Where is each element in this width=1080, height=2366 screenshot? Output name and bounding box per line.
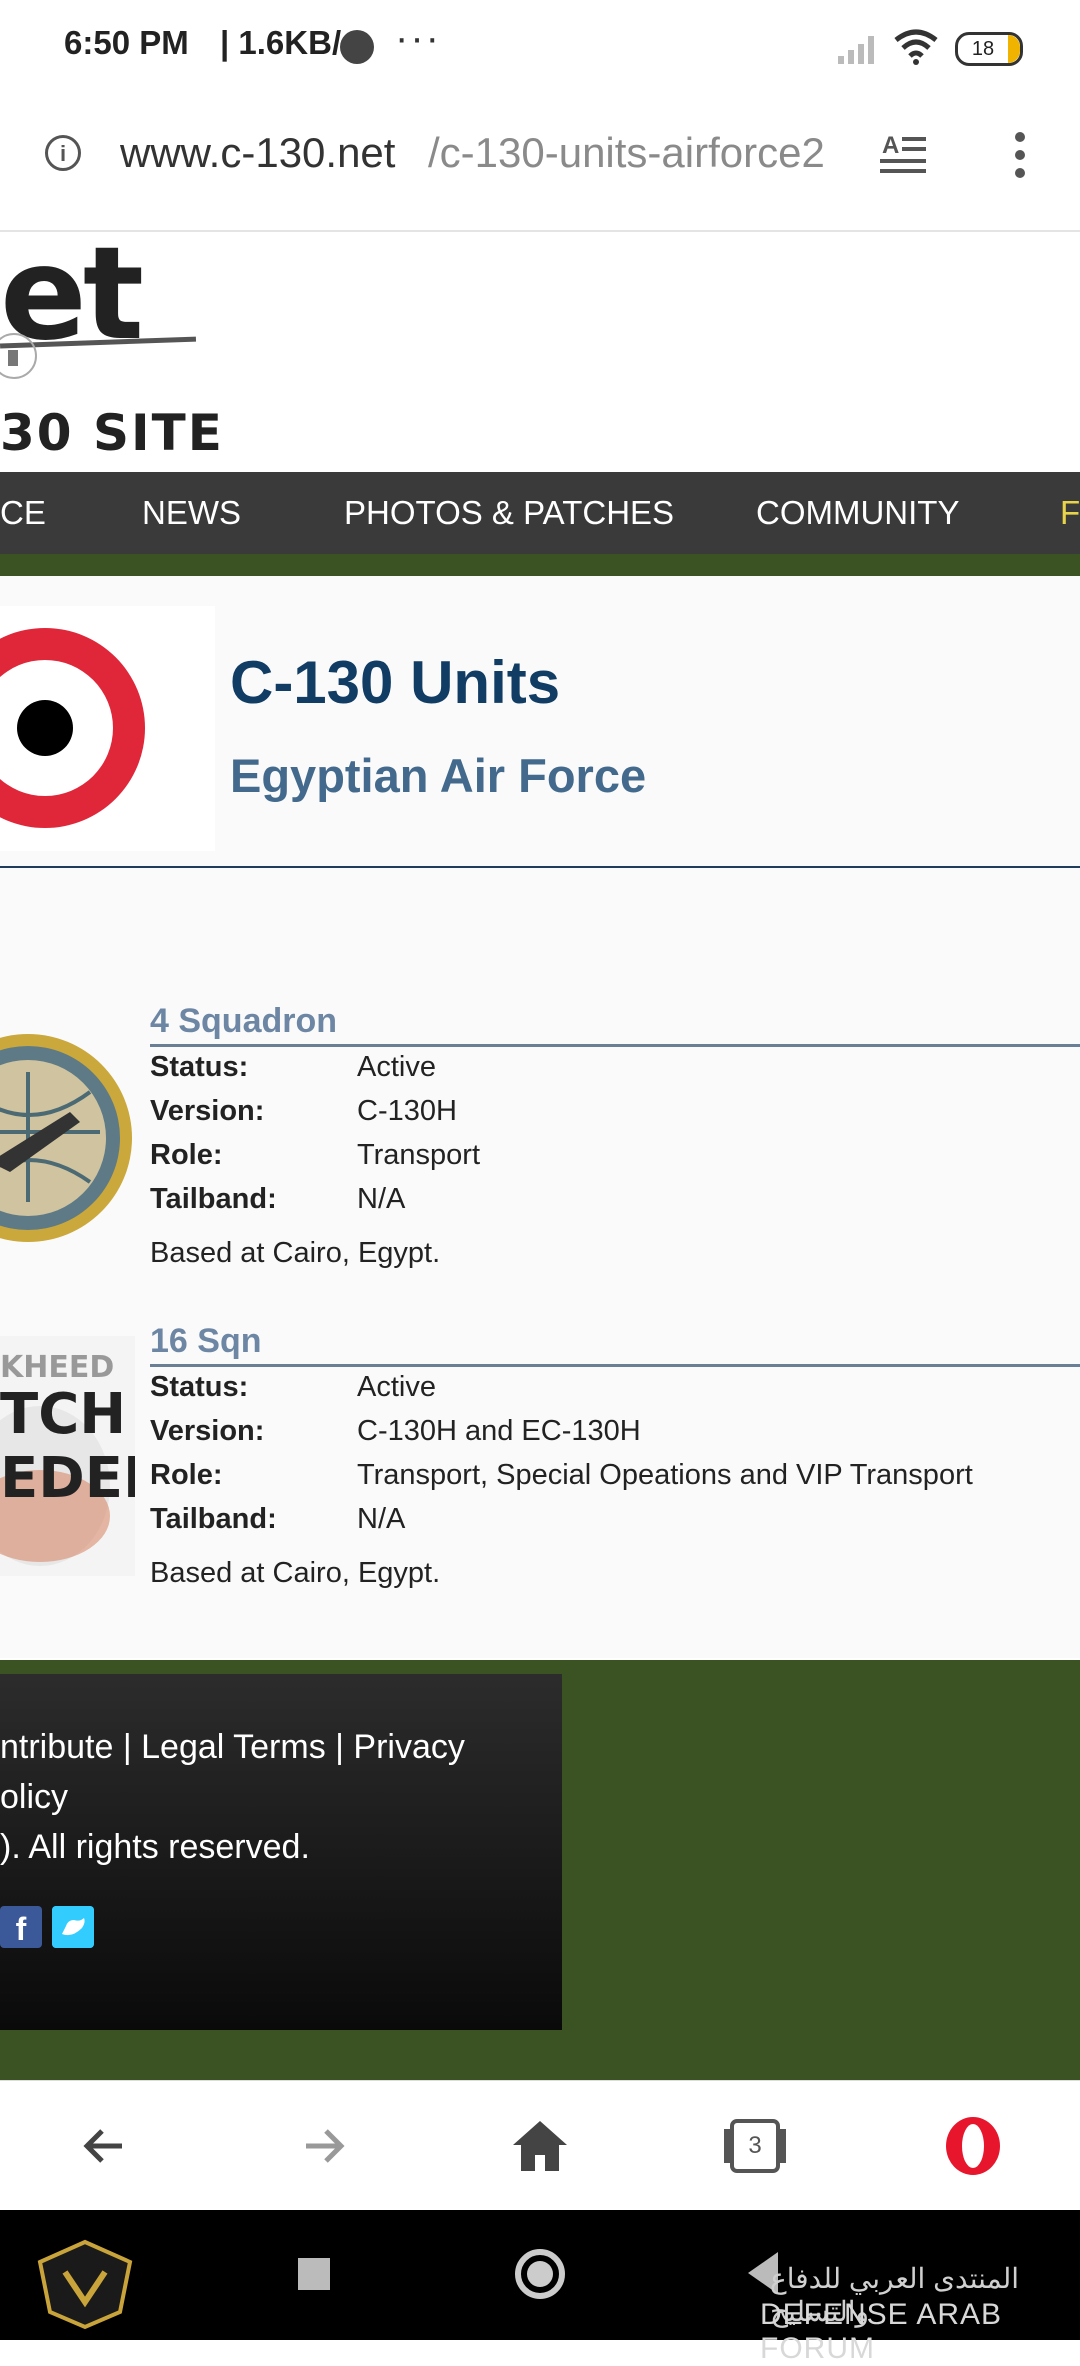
patch-needed-image: KHEED TCH EDED (0, 1336, 135, 1576)
facebook-icon[interactable]: f (0, 1906, 42, 1948)
reader-mode-icon[interactable]: A (880, 131, 928, 181)
nav-divider (0, 554, 1080, 576)
unit-divider (150, 1044, 1080, 1047)
version-label: Version: (150, 1095, 265, 1127)
site-logo-plane (0, 333, 197, 379)
address-bar[interactable]: i www.c-130.net /c-130-units-airforce2 A (0, 95, 1080, 232)
based-at-text: Based at Cairo, Egypt. (150, 1237, 441, 1269)
opera-icon[interactable] (938, 2111, 1008, 2181)
squadron-patch-image (0, 1012, 135, 1264)
signal-icon (838, 36, 874, 64)
tailband-label: Tailband: (150, 1503, 277, 1535)
overflow-menu-icon[interactable] (1010, 131, 1030, 181)
twitter-icon[interactable] (52, 1906, 94, 1948)
browser-toolbar: 3 (0, 2080, 1080, 2211)
watermark-text: DEFENSE ARAB FORUM (760, 2298, 1003, 2365)
role-label: Role: (150, 1459, 223, 1491)
svg-text:A: A (882, 132, 899, 159)
status-value: Active (357, 1051, 436, 1083)
unit-name[interactable]: 4 Squadron (150, 1002, 337, 1041)
version-value: C-130H and EC-130H (357, 1415, 641, 1447)
nav-item-photos-patches[interactable]: PHOTOS & PATCHES (344, 472, 674, 554)
unit-name[interactable]: 16 Sqn (150, 1322, 261, 1361)
role-value: Transport (357, 1139, 481, 1171)
site-logo-tagline: 30 SITE (0, 404, 224, 462)
version-label: Version: (150, 1415, 265, 1447)
patch-text: TCH (0, 1382, 127, 1447)
nav-item-community[interactable]: COMMUNITY (756, 472, 959, 554)
site-nav: CE NEWS PHOTOS & PATCHES COMMUNITY F (0, 472, 1080, 554)
url-host[interactable]: www.c-130.net (120, 129, 395, 177)
home-button[interactable] (512, 2246, 568, 2302)
more-notifications-icon: ··· (395, 16, 441, 60)
battery-icon: 18 (955, 32, 1023, 66)
messenger-icon (340, 30, 374, 64)
roundel-image (0, 606, 215, 851)
footer-links[interactable]: ntribute | Legal Terms | Privacy (0, 1728, 465, 1767)
info-icon[interactable]: i (45, 135, 81, 171)
tabs-icon[interactable]: 3 (720, 2111, 790, 2181)
status-value: Active (357, 1371, 436, 1403)
status-label: Status: (150, 1371, 249, 1403)
copyright-text: ). All rights reserved. (0, 1828, 310, 1866)
page-subtitle: Egyptian Air Force (230, 749, 647, 802)
tailband-value: N/A (357, 1183, 406, 1215)
forward-icon[interactable] (288, 2111, 358, 2181)
status-label: Status: (150, 1051, 249, 1083)
back-icon[interactable] (72, 2111, 142, 2181)
nav-item-ce[interactable]: CE (0, 472, 46, 554)
role-label: Role: (150, 1139, 223, 1171)
home-icon[interactable] (505, 2111, 575, 2181)
url-path[interactable]: /c-130-units-airforce2 (428, 129, 825, 177)
forum-logo-icon (37, 2239, 133, 2330)
based-at-text: Based at Cairo, Egypt. (150, 1557, 441, 1589)
role-value: Transport, Special Opeations and VIP Tra… (357, 1459, 973, 1491)
version-value: C-130H (357, 1095, 457, 1127)
tabs-count: 3 (748, 2132, 762, 2159)
status-time: 6:50 PM (64, 24, 189, 61)
footer-policy-link[interactable]: olicy (0, 1778, 68, 1817)
nav-item-news[interactable]: NEWS (142, 472, 241, 554)
tailband-value: N/A (357, 1503, 406, 1535)
patch-text: KHEED (0, 1350, 115, 1385)
unit-divider (150, 1364, 1080, 1367)
footer-links-box: ntribute | Legal Terms | Privacy olicy )… (0, 1674, 562, 2030)
patch-text: EDED (0, 1446, 135, 1511)
battery-level: 18 (971, 38, 995, 60)
nav-item-f[interactable]: F (1060, 472, 1080, 554)
tailband-label: Tailband: (150, 1183, 277, 1215)
egyptian-roundel-icon (0, 628, 145, 828)
wifi-icon (894, 29, 938, 65)
recents-button[interactable] (298, 2258, 330, 2290)
network-speed: | 1.6KB/s (220, 24, 360, 61)
page-title: C-130 Units (230, 649, 561, 716)
